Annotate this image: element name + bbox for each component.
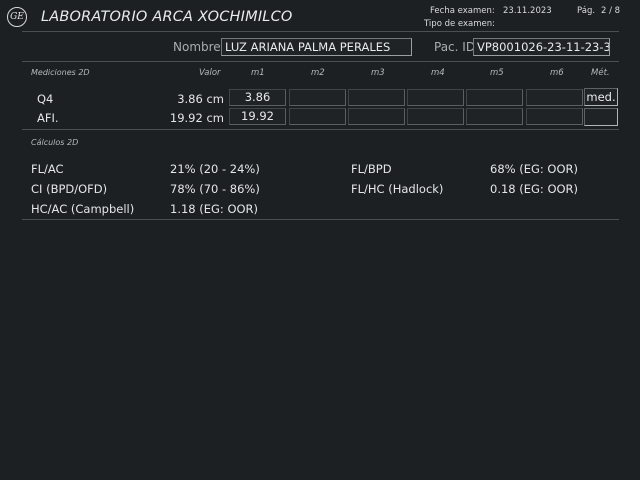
calc-value-ci: 78% (70 - 86%) [170,182,260,196]
row-label-q4: Q4 [37,92,54,106]
calculations-section-title: Cálculos 2D [31,138,79,147]
patient-name-field[interactable]: LUZ ARIANA PALMA PERALES [221,38,412,56]
calc-label-hc-ac: HC/AC (Campbell) [31,202,135,216]
measurement-cell-m1[interactable]: 3.86 [229,89,286,106]
column-valor: Valor [199,68,221,78]
column-m6: m6 [550,68,564,78]
column-m5: m5 [490,68,504,78]
measurement-cell-m6[interactable] [526,108,583,125]
page-label: Pág. [577,6,596,16]
column-met: Mét. [591,68,610,78]
exam-type-label: Tipo de examen: [424,19,495,29]
column-m2: m2 [311,68,325,78]
measurement-cell-m6[interactable] [526,89,583,106]
calc-label-fl-ac: FL/AC [31,162,64,176]
column-m1: m1 [251,68,265,78]
calculations-divider [22,219,619,220]
calc-value-fl-ac: 21% (20 - 24%) [170,162,260,176]
patient-name-label: Nombre [173,40,221,54]
patient-id-field[interactable]: VP8001026-23-11-23-3 [473,38,610,56]
page-number: 2 / 8 [601,6,621,16]
row-value-afi: 19.92 cm [169,111,224,125]
measurement-cell-m3[interactable] [348,89,405,106]
measurements-divider [22,129,619,130]
exam-date-value: 23.11.2023 [503,6,552,16]
method-selector[interactable]: med. [584,88,618,106]
measurements-section-title: Mediciones 2D [31,68,90,77]
exam-date-label: Fecha examen: [430,6,495,16]
measurement-cell-m2[interactable] [289,108,346,125]
patient-divider [22,61,619,62]
column-m4: m4 [431,68,445,78]
calc-label-ci: CI (BPD/OFD) [31,182,108,196]
measurement-cell-m4[interactable] [407,108,464,125]
measurement-cell-m1[interactable]: 19.92 [229,108,286,125]
patient-id-label: Pac. ID [434,40,476,54]
method-selector[interactable] [584,108,618,126]
ge-logo-icon: GE [7,7,27,27]
column-m3: m3 [371,68,385,78]
measurement-cell-m2[interactable] [289,89,346,106]
measurement-cell-m5[interactable] [466,89,523,106]
row-value-q4: 3.86 cm [177,92,224,106]
row-label-afi: AFI. [37,111,59,125]
calc-label-fl-hc: FL/HC (Hadlock) [351,182,444,196]
measurement-cell-m5[interactable] [466,108,523,125]
calc-value-fl-hc: 0.18 (EG: OOR) [490,182,579,196]
header-divider [22,31,619,32]
measurement-cell-m4[interactable] [407,89,464,106]
calc-value-hc-ac: 1.18 (EG: OOR) [170,202,259,216]
measurement-cell-m3[interactable] [348,108,405,125]
calc-value-fl-bpd: 68% (EG: OOR) [490,162,578,176]
page-title: LABORATORIO ARCA XOCHIMILCO [41,9,293,25]
calc-label-fl-bpd: FL/BPD [351,162,392,176]
